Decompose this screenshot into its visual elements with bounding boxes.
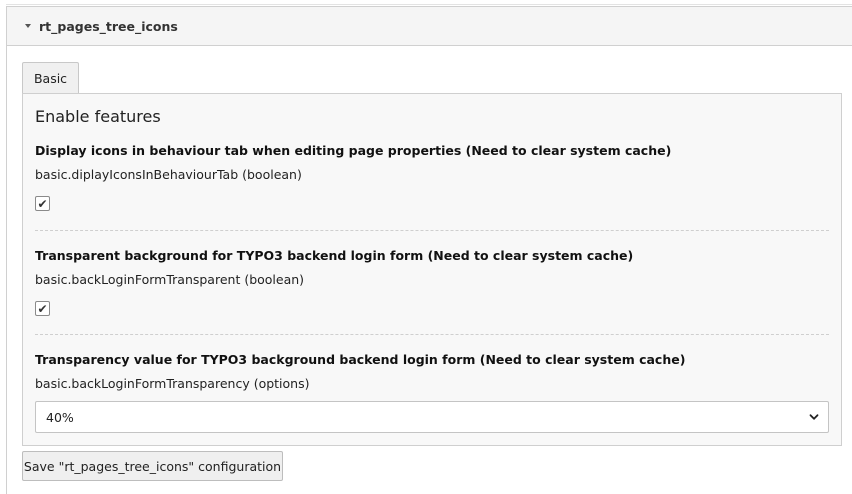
setting-display-icons: Display icons in behaviour tab when edit… [35, 143, 829, 211]
setting-login-transparent: Transparent background for TYPO3 backend… [35, 248, 829, 316]
caret-down-icon[interactable] [25, 24, 31, 28]
top-border [6, 0, 852, 5]
panel-header[interactable]: rt_pages_tree_icons [7, 7, 852, 46]
select-value: 40% [46, 409, 74, 425]
setting-key: basic.backLoginFormTransparent (boolean) [35, 272, 305, 287]
setting-transparency-value: Transparency value for TYPO3 background … [35, 352, 829, 433]
section-title: Enable features [35, 107, 161, 126]
setting-label: Transparency value for TYPO3 background … [35, 352, 686, 367]
checkmark-icon: ✔ [37, 196, 48, 211]
divider [35, 230, 829, 231]
divider [35, 334, 829, 335]
extension-config-panel: rt_pages_tree_icons Basic Enable feature… [6, 6, 852, 494]
chevron-down-icon [809, 414, 819, 420]
setting-label: Display icons in behaviour tab when edit… [35, 143, 672, 158]
login-transparent-checkbox[interactable]: ✔ [35, 301, 50, 316]
tab-content: Enable features Display icons in behavio… [22, 93, 842, 446]
transparency-select[interactable]: 40% [35, 401, 829, 433]
panel-title: rt_pages_tree_icons [39, 18, 178, 34]
setting-key: basic.backLoginFormTransparency (options… [35, 376, 310, 391]
save-configuration-button[interactable]: Save "rt_pages_tree_icons" configuration [22, 451, 283, 481]
setting-label: Transparent background for TYPO3 backend… [35, 248, 634, 263]
setting-key: basic.diplayIconsInBehaviourTab (boolean… [35, 167, 302, 182]
tab-basic[interactable]: Basic [22, 62, 79, 94]
checkmark-icon: ✔ [37, 301, 48, 316]
display-icons-checkbox[interactable]: ✔ [35, 196, 50, 211]
